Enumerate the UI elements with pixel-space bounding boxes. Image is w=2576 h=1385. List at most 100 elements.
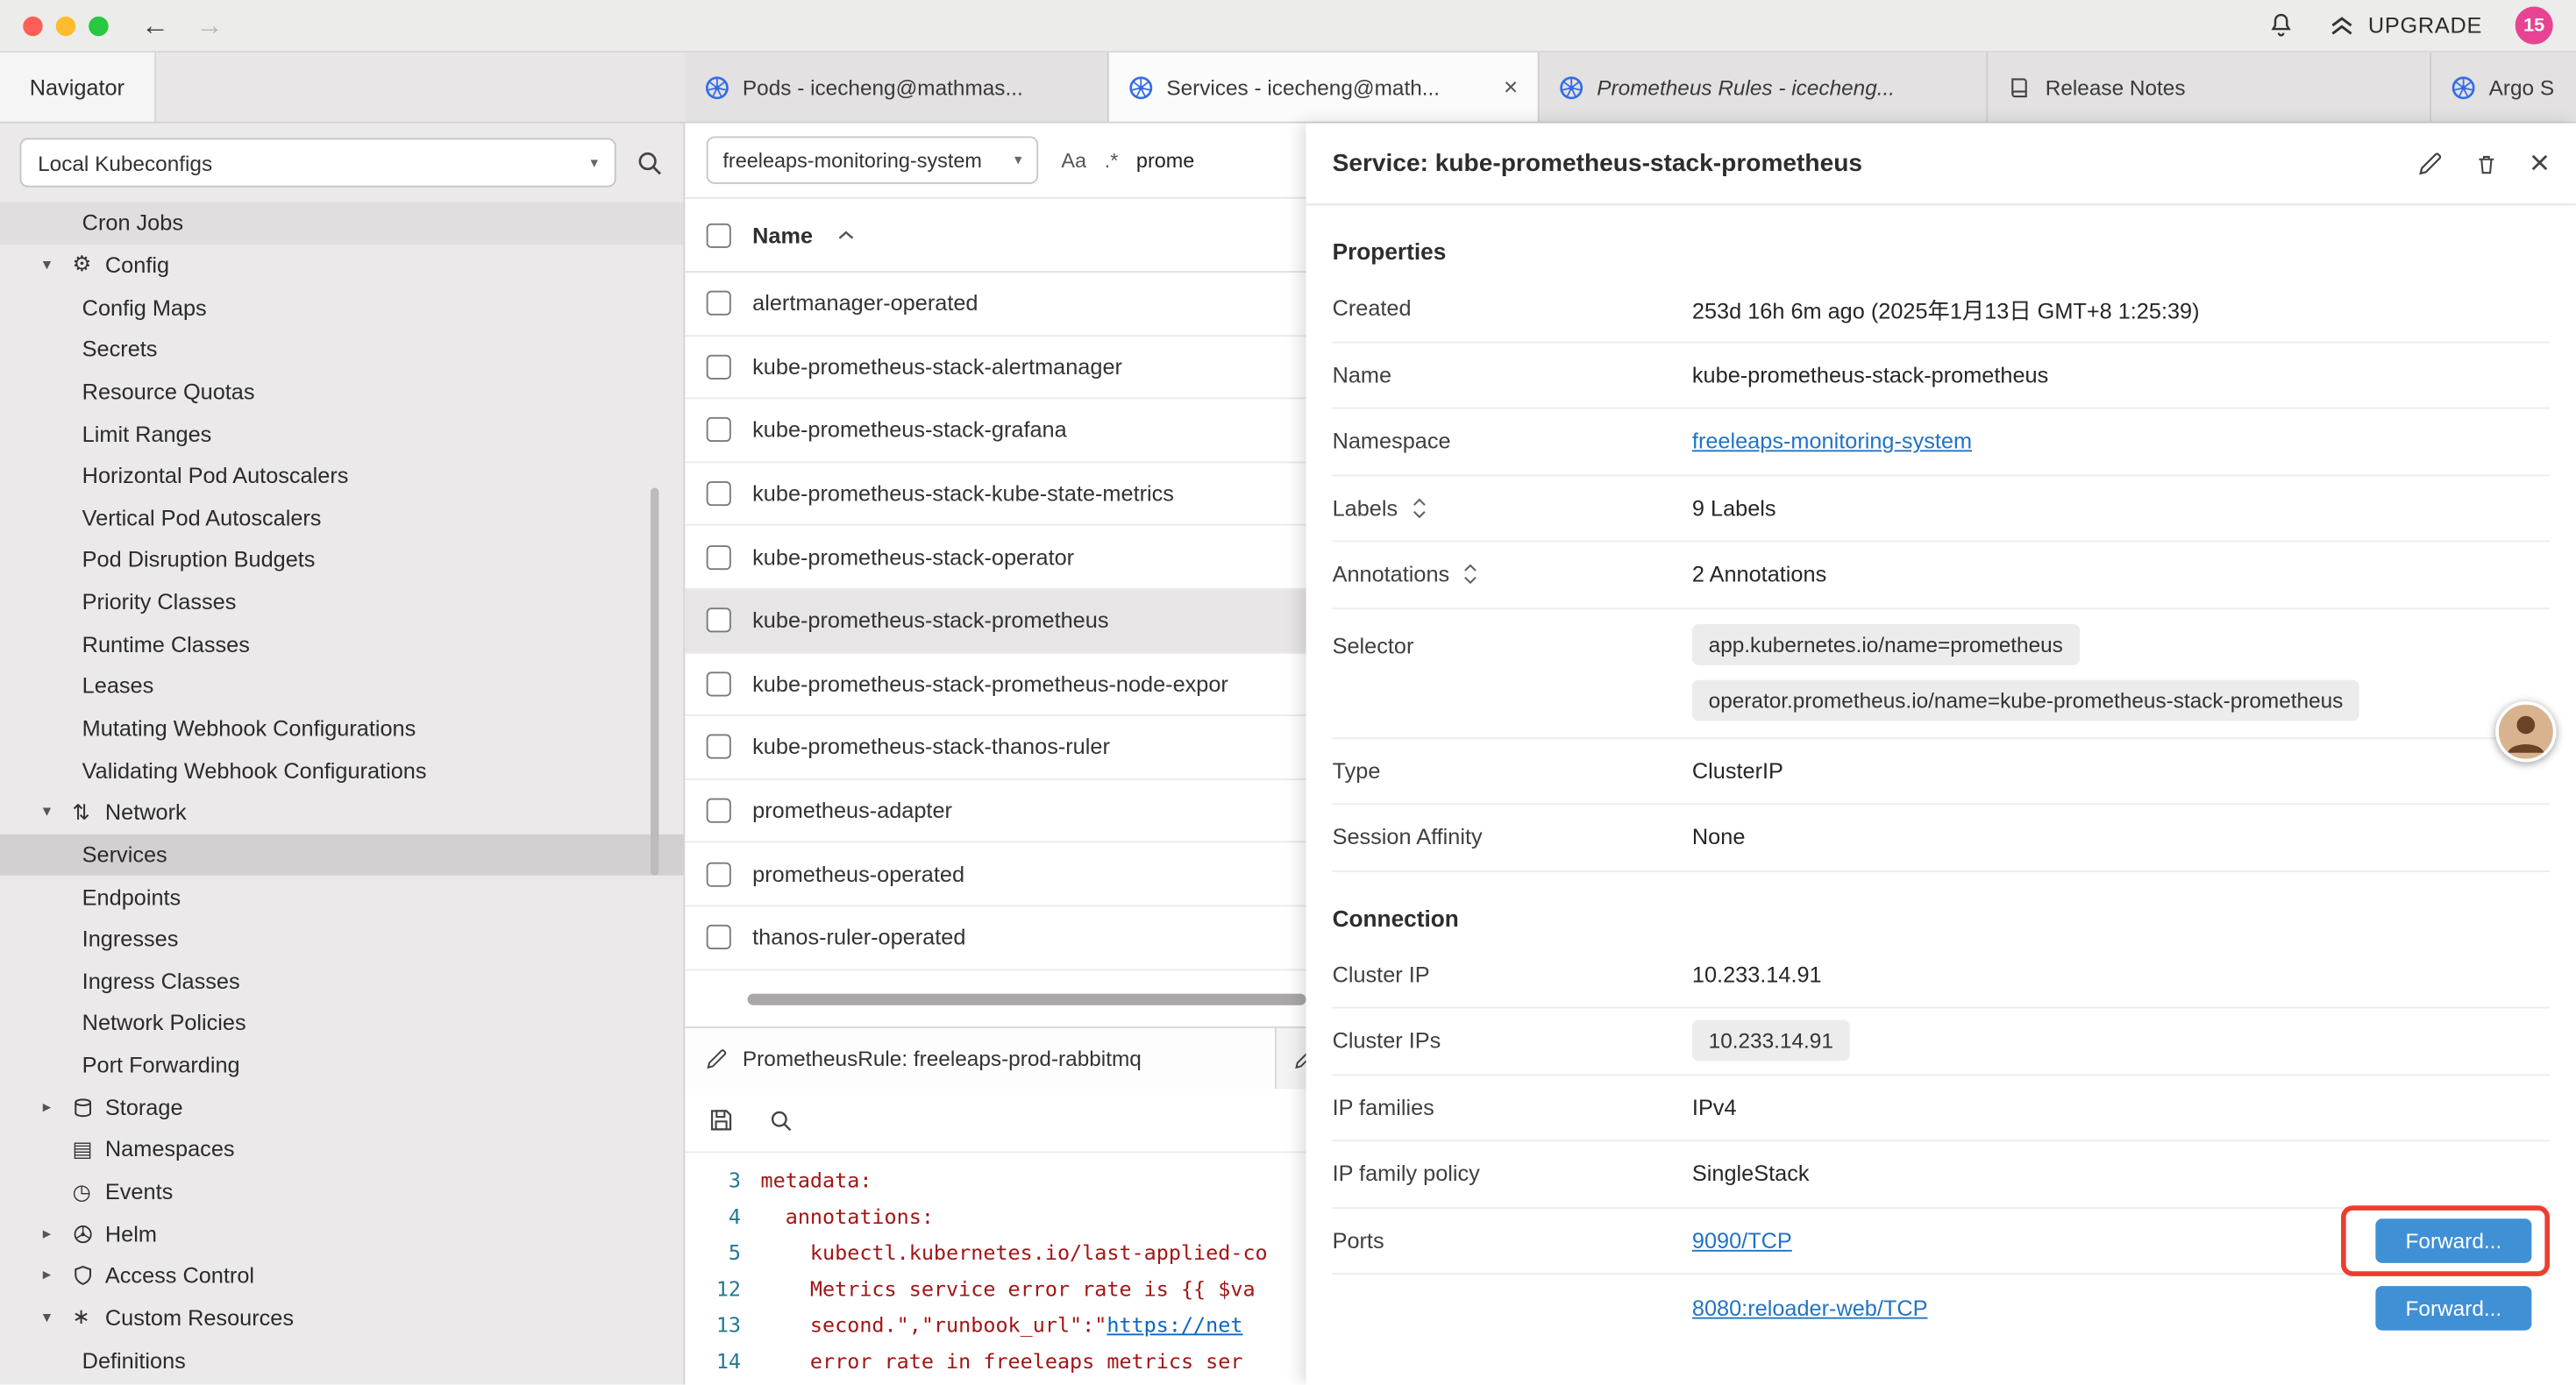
user-avatar[interactable] xyxy=(2495,701,2556,762)
save-icon[interactable] xyxy=(708,1107,735,1133)
sidebar-item-limit-ranges[interactable]: Limit Ranges xyxy=(0,413,683,455)
minimize-window-button[interactable] xyxy=(56,16,75,35)
tab-pods[interactable]: Pods - icecheng@mathmas... xyxy=(685,53,1108,122)
sidebar-item-network[interactable]: ▾ ⇅ Network xyxy=(0,792,683,834)
forward-button-9090[interactable]: Forward... xyxy=(2375,1218,2531,1263)
search-icon[interactable] xyxy=(769,1108,793,1133)
table-row[interactable]: alertmanager-operated xyxy=(685,273,1306,336)
sidebar-item-validating-webhook-configurations[interactable]: Validating Webhook Configurations xyxy=(0,749,683,792)
expand-collapse-icon[interactable] xyxy=(1411,497,1427,518)
sidebar-item-definitions[interactable]: Definitions xyxy=(0,1339,683,1381)
search-icon[interactable] xyxy=(636,149,664,177)
sidebar-item-network-policies[interactable]: Network Policies xyxy=(0,1002,683,1044)
kubeconfig-selector[interactable]: Local Kubeconfigs ▾ xyxy=(19,138,616,187)
forward-button-8080[interactable]: Forward... xyxy=(2375,1286,2531,1331)
port-link-8080[interactable]: 8080:reloader-web/TCP xyxy=(1692,1296,1928,1320)
edit-icon[interactable] xyxy=(2416,150,2443,176)
sidebar-item-leases[interactable]: Leases xyxy=(0,665,683,707)
chevron-down-icon[interactable]: ▾ xyxy=(43,1309,73,1327)
sidebar-item-config-maps[interactable]: Config Maps xyxy=(0,287,683,329)
namespace-filter-select[interactable]: freeleaps-monitoring-system ▾ xyxy=(707,137,1038,184)
tab-prometheus-rules[interactable]: Prometheus Rules - icecheng... xyxy=(1540,53,1989,122)
sidebar-scrollbar[interactable] xyxy=(651,487,658,875)
row-checkbox[interactable] xyxy=(707,799,731,823)
row-checkbox[interactable] xyxy=(707,418,731,443)
select-all-checkbox[interactable] xyxy=(707,223,731,247)
expand-collapse-icon[interactable] xyxy=(1462,564,1479,585)
sidebar-item-port-forwarding[interactable]: Port Forwarding xyxy=(0,1044,683,1086)
table-row[interactable]: kube-prometheus-stack-grafana xyxy=(685,400,1306,463)
sidebar-item-endpoints[interactable]: Endpoints xyxy=(0,876,683,918)
row-checkbox[interactable] xyxy=(707,925,731,949)
row-checkbox[interactable] xyxy=(707,355,731,380)
sidebar-item-horizontal-pod-autoscalers[interactable]: Horizontal Pod Autoscalers xyxy=(0,455,683,497)
row-checkbox[interactable] xyxy=(707,481,731,506)
maximize-window-button[interactable] xyxy=(89,16,108,35)
sidebar-item-ingresses[interactable]: Ingresses xyxy=(0,918,683,960)
chevron-right-icon[interactable]: ▸ xyxy=(43,1098,73,1117)
dock-tab-prometheusrule[interactable]: PrometheusRule: freeleaps-prod-rabbitmq xyxy=(685,1028,1277,1089)
table-row[interactable]: kube-prometheus-stack-kube-state-metrics xyxy=(685,463,1306,526)
row-checkbox[interactable] xyxy=(707,735,731,759)
sidebar-item-access-control[interactable]: ▸ Access Control xyxy=(0,1255,683,1297)
chevron-down-icon[interactable]: ▾ xyxy=(43,256,73,274)
bell-icon[interactable] xyxy=(2268,11,2296,39)
sidebar-item-config[interactable]: ▾ ⚙ Config xyxy=(0,245,683,287)
chevron-right-icon[interactable]: ▸ xyxy=(43,1225,73,1243)
dock-tab-partial[interactable] xyxy=(1277,1028,1306,1089)
tab-services[interactable]: Services - icecheng@math... × xyxy=(1109,53,1540,122)
editor-code[interactable]: metadata: annotations: kubectl.kubernete… xyxy=(761,1163,1306,1385)
row-checkbox[interactable] xyxy=(707,608,731,633)
row-checkbox[interactable] xyxy=(707,671,731,696)
sidebar-item-custom-resources[interactable]: ▾ ∗ Custom Resources xyxy=(0,1297,683,1339)
sidebar-item-namespaces[interactable]: ▤ Namespaces xyxy=(0,1128,683,1170)
search-input[interactable]: prome xyxy=(1136,149,1194,172)
port-link-9090[interactable]: 9090/TCP xyxy=(1692,1228,1792,1253)
regex-toggle[interactable]: .* xyxy=(1105,149,1119,172)
sidebar-item-pod-disruption-budgets[interactable]: Pod Disruption Budgets xyxy=(0,539,683,581)
sidebar-item-ingress-classes[interactable]: Ingress Classes xyxy=(0,960,683,1002)
sidebar-item-events[interactable]: ◷ Events xyxy=(0,1170,683,1212)
sidebar-item-runtime-classes[interactable]: Runtime Classes xyxy=(0,623,683,665)
trash-icon[interactable] xyxy=(2473,150,2498,176)
sidebar-item-resource-quotas[interactable]: Resource Quotas xyxy=(0,371,683,413)
forward-icon[interactable]: → xyxy=(196,9,224,41)
chevron-right-icon[interactable]: ▸ xyxy=(43,1267,73,1285)
namespace-link[interactable]: freeleaps-monitoring-system xyxy=(1692,430,1972,454)
table-row[interactable]: kube-prometheus-stack-prometheus-node-ex… xyxy=(685,653,1306,716)
close-window-button[interactable] xyxy=(23,16,42,35)
notification-count-badge[interactable]: 15 xyxy=(2516,6,2553,44)
table-row-selected[interactable]: kube-prometheus-stack-prometheus xyxy=(685,590,1306,653)
sidebar-item-helm[interactable]: ▸ Helm xyxy=(0,1212,683,1254)
tab-argo[interactable]: Argo S xyxy=(2431,53,2576,122)
namespaces-icon: ▤ xyxy=(72,1136,104,1162)
row-checkbox[interactable] xyxy=(707,862,731,886)
tab-release-notes[interactable]: Release Notes xyxy=(1988,53,2431,122)
sidebar-item-services[interactable]: Services xyxy=(0,834,683,876)
table-row[interactable]: prometheus-adapter xyxy=(685,780,1306,843)
sort-asc-icon[interactable] xyxy=(837,230,854,239)
table-row[interactable]: kube-prometheus-stack-thanos-ruler xyxy=(685,716,1306,779)
upgrade-button[interactable]: UPGRADE xyxy=(2329,11,2482,39)
back-icon[interactable]: ← xyxy=(141,9,169,41)
match-case-toggle[interactable]: Aa xyxy=(1061,149,1086,172)
name-column-header[interactable]: Name xyxy=(752,223,813,247)
sidebar-item-storage[interactable]: ▸ Storage xyxy=(0,1086,683,1128)
sidebar-item-priority-classes[interactable]: Priority Classes xyxy=(0,581,683,623)
table-row[interactable]: prometheus-operated xyxy=(685,843,1306,906)
row-checkbox[interactable] xyxy=(707,544,731,569)
row-checkbox[interactable] xyxy=(707,291,731,316)
navigator-tab[interactable]: Navigator xyxy=(0,53,156,122)
sidebar-item-cron-jobs[interactable]: Cron Jobs xyxy=(0,202,683,244)
horizontal-scrollbar[interactable] xyxy=(748,994,1306,1005)
chevron-down-icon[interactable]: ▾ xyxy=(43,804,73,822)
table-row[interactable]: kube-prometheus-stack-operator xyxy=(685,526,1306,589)
yaml-editor[interactable]: 3 4 5 12 13 14 metadata: annotations: ku… xyxy=(685,1153,1306,1384)
close-tab-icon[interactable]: × xyxy=(1494,73,1519,101)
sidebar-item-mutating-webhook-configurations[interactable]: Mutating Webhook Configurations xyxy=(0,707,683,749)
table-row[interactable]: thanos-ruler-operated xyxy=(685,906,1306,970)
close-drawer-icon[interactable]: × xyxy=(2530,146,2550,181)
sidebar-item-vertical-pod-autoscalers[interactable]: Vertical Pod Autoscalers xyxy=(0,497,683,539)
sidebar-item-secrets[interactable]: Secrets xyxy=(0,329,683,371)
table-row[interactable]: kube-prometheus-stack-alertmanager xyxy=(685,336,1306,399)
